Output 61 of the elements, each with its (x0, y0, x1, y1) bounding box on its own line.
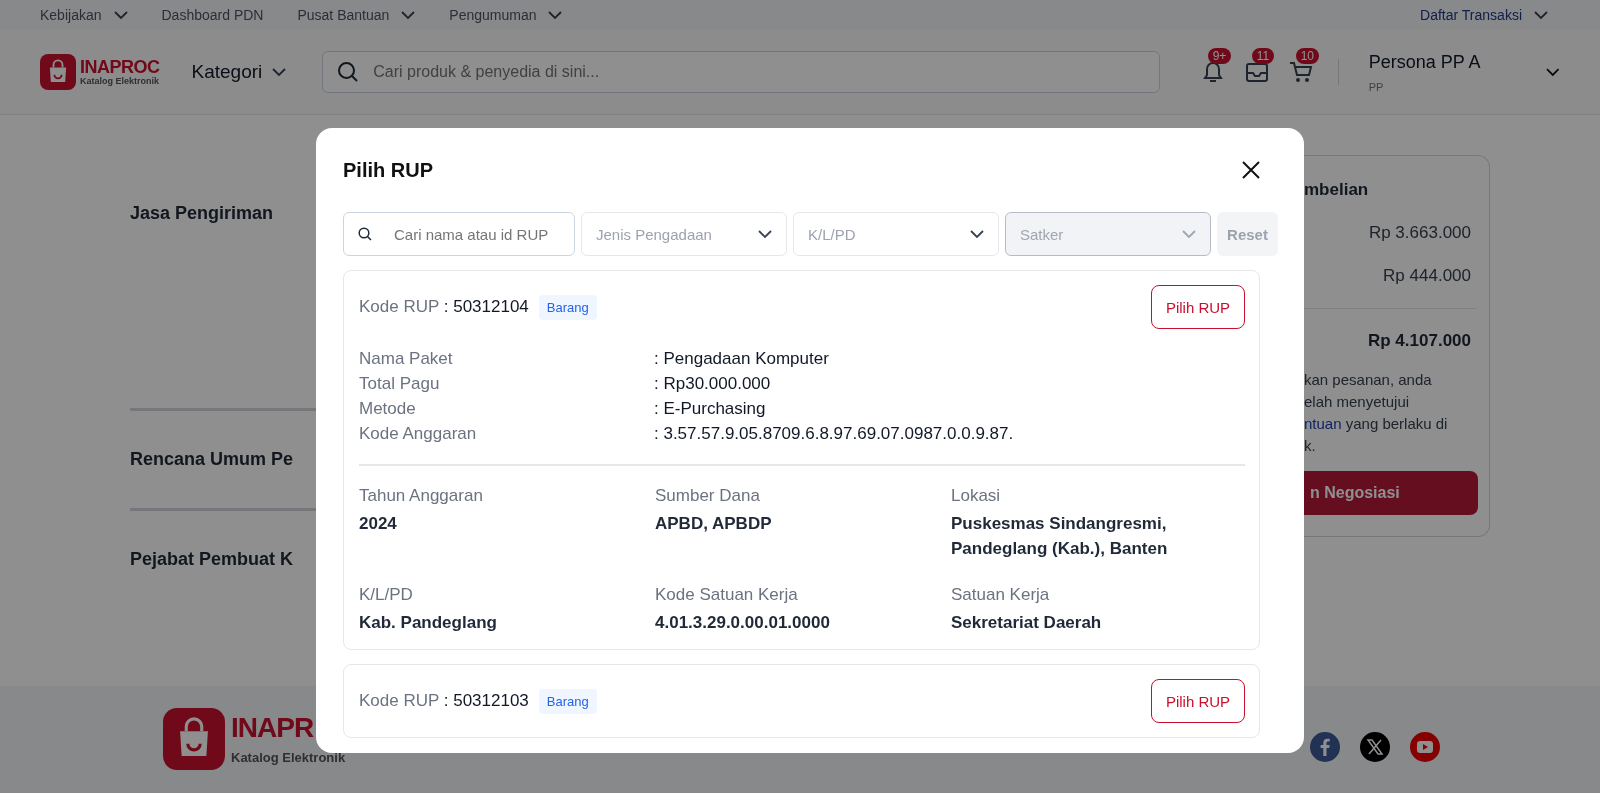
logo-subtitle: Katalog Elektronik (231, 749, 346, 765)
count-badge: 11 (1251, 48, 1275, 64)
type-tag: Barang (538, 294, 597, 320)
search-input[interactable]: Cari nama atau id RUP (392, 224, 560, 244)
detail-value: : Rp30.000.000 (654, 374, 772, 394)
fact-value: APBD, APBDP (655, 513, 773, 535)
price-value: Rp 3.663.000 (1368, 223, 1471, 243)
terms-text: ntuan yang berlaku di (1304, 414, 1448, 434)
detail-value: : E-Purchasing (654, 399, 767, 419)
type-tag: Barang (538, 688, 597, 714)
terms-text: kan pesanan, anda (1304, 370, 1433, 390)
fact-label: Sumber Dana (655, 486, 761, 506)
search-field[interactable]: Cari produk & penyedia di sini... (322, 51, 1160, 93)
section-heading: Jasa Pengiriman (130, 203, 275, 225)
section-heading: Rencana Umum Pe (130, 448, 295, 471)
negotiation-button[interactable]: n Negosiasi (1304, 471, 1478, 515)
total-price: Rp 4.107.000 (1368, 331, 1471, 351)
detail-label: Kode Anggaran (359, 424, 478, 444)
detail-label: Metode (359, 399, 417, 419)
logo-subtitle: Katalog Elektronik (80, 76, 160, 86)
terms-text: elah menyetujui (1304, 392, 1411, 412)
terms-text: k. (1304, 436, 1317, 456)
detail-value: : Pengadaan Komputer (654, 349, 830, 369)
select-rup-button[interactable]: Pilih RUP (1151, 679, 1245, 723)
nav-link[interactable]: Dashboard PDN (161, 7, 264, 23)
select-rup-button[interactable]: Pilih RUP (1151, 285, 1245, 329)
filter-dropdown[interactable]: K/L/PD (793, 212, 999, 256)
category-menu[interactable]: Kategori (185, 60, 293, 84)
fact-label: Tahun Anggaran (359, 486, 484, 506)
card-title: mbelian (1304, 180, 1369, 200)
search-field[interactable]: Cari nama atau id RUP (343, 212, 575, 256)
detail-value: : 3.57.57.9.05.8709.6.8.97.69.07.0987.0.0.9.87. (654, 424, 1015, 444)
count-badge: 10 (1295, 48, 1320, 64)
logo-name: INAPROC (80, 58, 160, 76)
detail-label: Nama Paket (359, 349, 454, 369)
price-value: Rp 444.000 (1383, 266, 1471, 286)
user-name[interactable]: Persona PP A (1368, 51, 1543, 73)
search-input[interactable]: Cari produk & penyedia di sini... (371, 62, 1145, 82)
section-heading: Pejabat Pembuat K (130, 548, 295, 571)
fact-label: K/L/PD (359, 585, 414, 605)
reset-button[interactable]: Reset (1217, 212, 1278, 256)
fact-value: 2024 (359, 513, 398, 535)
rup-code: Kode RUP : 50312103 (359, 691, 529, 711)
count-badge: 9+ (1207, 48, 1232, 64)
nav-link[interactable]: Pusat Bantuan (297, 7, 416, 23)
rup-code: Kode RUP : 50312104 (359, 297, 529, 317)
filter-dropdown[interactable]: Jenis Pengadaan (581, 212, 787, 256)
fact-label: Kode Satuan Kerja (655, 585, 799, 605)
fact-value: 4.01.3.29.0.00.01.0000 (655, 612, 831, 634)
detail-label: Total Pagu (359, 374, 441, 394)
fact-value: Puskesmas Sindangresmi, Pandeglang (Kab.), Banten (951, 513, 1169, 560)
fact-label: Lokasi (951, 486, 1002, 506)
logo-name: INAPR (231, 713, 315, 742)
fact-value: Sekretariat Daerah (951, 612, 1103, 634)
dialog-title: Pilih RUP (343, 158, 433, 182)
fact-value: Kab. Pandeglang (359, 612, 498, 634)
transaction-list-link[interactable]: Daftar Transaksi (1420, 7, 1548, 23)
nav-link[interactable]: Kebijakan (40, 7, 128, 23)
nav-link[interactable]: Pengumuman (449, 7, 563, 23)
fact-label: Satuan Kerja (951, 585, 1051, 605)
user-role: PP (1368, 80, 1385, 93)
